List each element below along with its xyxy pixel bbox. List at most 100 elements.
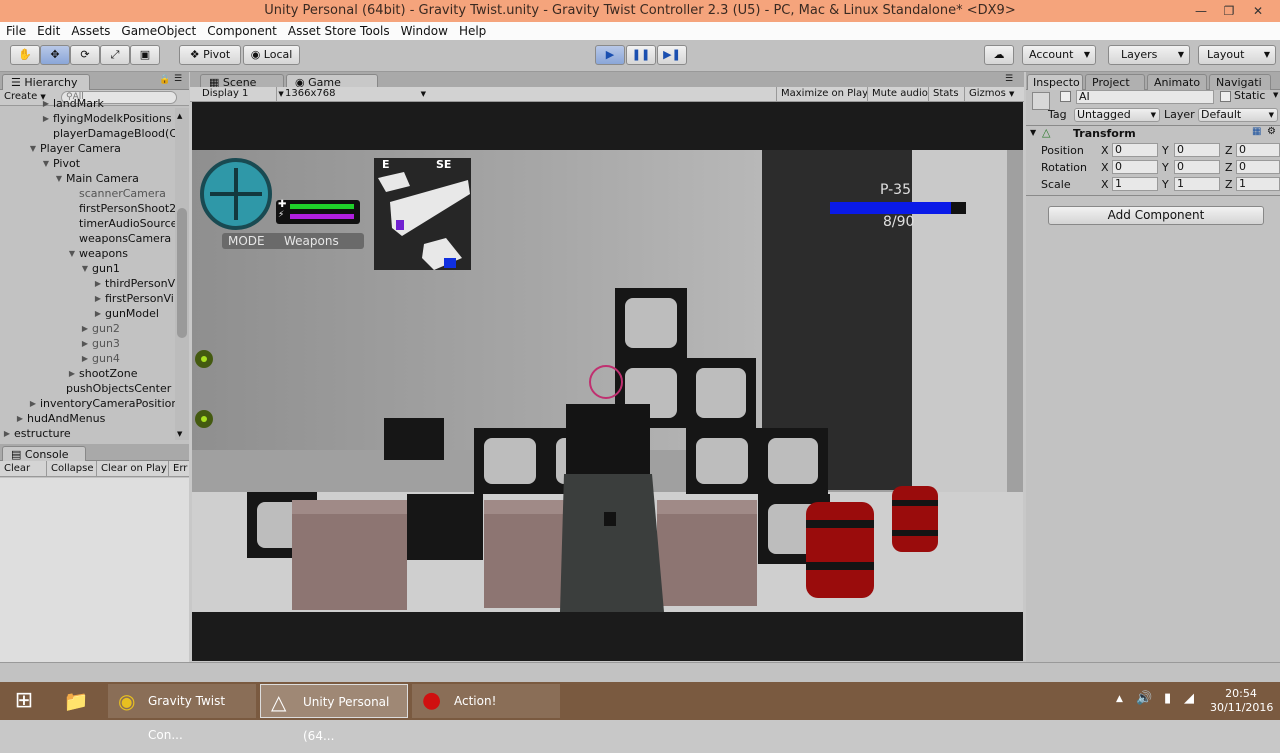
display-dropdown[interactable]: Display 1 ▼ — [202, 87, 284, 101]
menu-file[interactable]: File — [0, 22, 31, 38]
foldout-closed-icon[interactable]: ▶ — [93, 276, 103, 291]
position-x-field[interactable]: 0 — [1112, 143, 1158, 157]
tag-dropdown[interactable]: Untagged ▼ — [1074, 108, 1160, 122]
restore-icon[interactable]: ❐ — [1214, 0, 1244, 22]
foldout-closed-icon[interactable]: ▶ — [15, 411, 25, 426]
volume-icon[interactable]: 🔊 — [1136, 691, 1152, 706]
move-tool-icon[interactable]: ✥ — [40, 45, 70, 65]
hierarchy-scrollbar-thumb[interactable] — [177, 208, 187, 338]
position-y-field[interactable]: 0 — [1174, 143, 1220, 157]
pause-button[interactable]: ❚❚ — [626, 45, 656, 65]
rotate-tool-icon[interactable]: ⟳ — [70, 45, 100, 65]
hierarchy-item[interactable]: ▼ weapons — [0, 246, 175, 261]
windows-start-icon[interactable]: ⊞ — [0, 684, 48, 718]
hierarchy-item[interactable]: ▼ Player Camera — [0, 141, 175, 156]
gear-icon[interactable]: ⚙ — [1267, 126, 1276, 137]
hierarchy-item[interactable]: ▶ inventoryCameraPosition — [0, 396, 175, 411]
chevron-down-icon[interactable]: ▼ — [1273, 91, 1278, 99]
foldout-open-icon[interactable]: ▼ — [67, 246, 77, 261]
layer-dropdown[interactable]: Default ▼ — [1198, 108, 1278, 122]
hierarchy-scrollbar[interactable]: ▲ ▼ — [175, 108, 189, 440]
console-error-pause-button[interactable]: Err — [168, 461, 187, 476]
scroll-up-icon[interactable]: ▲ — [177, 112, 182, 120]
hierarchy-item[interactable]: ▼ gun1 — [0, 261, 175, 276]
position-z-field[interactable]: 0 — [1236, 143, 1280, 157]
console-clear-on-play-button[interactable]: Clear on Play — [96, 461, 167, 476]
hierarchy-item[interactable]: ▼ Main Camera — [0, 171, 175, 186]
menu-asset-store-tools[interactable]: Asset Store Tools — [282, 22, 395, 38]
foldout-open-icon[interactable]: ▼ — [54, 171, 64, 186]
panel-menu-icon[interactable]: ☰ — [1005, 74, 1013, 84]
stats-toggle[interactable]: Stats — [928, 87, 959, 101]
hierarchy-item[interactable]: ▶ gunModel — [0, 306, 175, 321]
panel-menu-icon[interactable]: ☰ — [174, 74, 182, 84]
foldout-closed-icon[interactable]: ▶ — [28, 396, 38, 411]
hierarchy-item[interactable]: firstPersonShoot2 — [0, 201, 175, 216]
foldout-closed-icon[interactable]: ▶ — [80, 336, 90, 351]
hierarchy-item[interactable]: ▶ hudAndMenus — [0, 411, 175, 426]
taskbar-unity[interactable]: △ Unity Personal (64... — [260, 684, 408, 743]
pivot-toggle[interactable]: ❖ Pivot — [179, 45, 241, 65]
gizmos-dropdown[interactable]: Gizmos ▼ — [964, 87, 1014, 101]
rect-tool-icon[interactable]: ▣ — [130, 45, 160, 65]
menu-assets[interactable]: Assets — [65, 22, 115, 38]
foldout-closed-icon[interactable]: ▶ — [41, 111, 51, 126]
foldout-closed-icon[interactable]: ▶ — [67, 366, 77, 381]
hierarchy-item[interactable]: ▶ flyingModeIkPositions — [0, 111, 175, 126]
step-button[interactable]: ▶❚ — [657, 45, 687, 65]
layout-dropdown[interactable]: Layout ▼ — [1198, 45, 1276, 65]
hierarchy-item[interactable]: ▶ gun2 — [0, 321, 175, 336]
console-clear-button[interactable]: Clear — [4, 461, 30, 476]
hierarchy-item[interactable]: ▶ estructure — [0, 426, 175, 441]
hierarchy-item[interactable]: ▶ shootZone — [0, 366, 175, 381]
game-view[interactable]: ✚ ⚡ MODE Weapons E SE P-35 8/90 — [192, 102, 1023, 661]
foldout-closed-icon[interactable]: ▶ — [93, 291, 103, 306]
play-button[interactable]: ▶ — [595, 45, 625, 65]
foldout-open-icon[interactable]: ▼ — [41, 156, 51, 171]
static-checkbox[interactable] — [1220, 91, 1231, 102]
scale-y-field[interactable]: 1 — [1174, 177, 1220, 191]
scale-x-field[interactable]: 1 — [1112, 177, 1158, 191]
minimize-icon[interactable]: — — [1186, 0, 1216, 22]
menu-edit[interactable]: Edit — [31, 22, 65, 38]
menu-component[interactable]: Component — [201, 22, 282, 38]
rotation-y-field[interactable]: 0 — [1174, 160, 1220, 174]
hierarchy-item[interactable]: playerDamageBlood(C — [0, 126, 175, 141]
close-icon[interactable]: ✕ — [1243, 0, 1273, 22]
maximize-on-play-toggle[interactable]: Maximize on Play — [776, 87, 868, 101]
tab-project[interactable]: Project — [1085, 74, 1145, 90]
tab-console[interactable]: ▤ Console — [2, 446, 86, 462]
resolution-dropdown[interactable]: 1366x768 ▼ — [276, 87, 426, 101]
local-toggle[interactable]: ◉ Local — [243, 45, 300, 65]
scale-z-field[interactable]: 1 — [1236, 177, 1280, 191]
foldout-closed-icon[interactable]: ▶ — [2, 426, 12, 441]
scale-tool-icon[interactable]: ⤢ — [100, 45, 130, 65]
tab-animator[interactable]: Animato — [1147, 74, 1207, 90]
tab-navigation[interactable]: Navigati — [1209, 74, 1271, 90]
foldout-open-icon[interactable]: ▼ — [80, 261, 90, 276]
taskbar-clock[interactable]: 20:54 30/11/2016 — [1210, 687, 1273, 715]
account-dropdown[interactable]: Account ▼ — [1022, 45, 1096, 65]
hand-tool-icon[interactable]: ✋ — [10, 45, 40, 65]
rotation-x-field[interactable]: 0 — [1112, 160, 1158, 174]
foldout-closed-icon[interactable]: ▶ — [41, 96, 51, 111]
hierarchy-item[interactable]: timerAudioSource — [0, 216, 175, 231]
tray-arrow-icon[interactable]: ▲ — [1116, 694, 1123, 704]
file-explorer-icon[interactable]: 📁 — [52, 684, 100, 718]
hierarchy-item[interactable]: ▶ firstPersonVi — [0, 291, 175, 306]
rotation-z-field[interactable]: 0 — [1236, 160, 1280, 174]
mute-audio-toggle[interactable]: Mute audio — [867, 87, 928, 101]
hierarchy-item[interactable]: pushObjectsCenter — [0, 381, 175, 396]
menu-help[interactable]: Help — [453, 22, 491, 38]
foldout-closed-icon[interactable]: ▶ — [80, 351, 90, 366]
hierarchy-item[interactable]: ▶ gun3 — [0, 336, 175, 351]
console-collapse-button[interactable]: Collapse — [46, 461, 94, 476]
hierarchy-item[interactable]: weaponsCamera — [0, 231, 175, 246]
add-component-button[interactable]: Add Component — [1048, 206, 1264, 225]
tab-inspector[interactable]: Inspecto — [1027, 74, 1083, 90]
transform-header[interactable]: ▼ △ Transform ▦ ⚙ — [1026, 126, 1280, 142]
menu-window[interactable]: Window — [395, 22, 453, 38]
tab-hierarchy[interactable]: ☰ Hierarchy — [2, 74, 90, 90]
scroll-down-icon[interactable]: ▼ — [177, 430, 182, 438]
taskbar-chrome[interactable]: ◉ Gravity Twist Con... — [108, 684, 256, 742]
